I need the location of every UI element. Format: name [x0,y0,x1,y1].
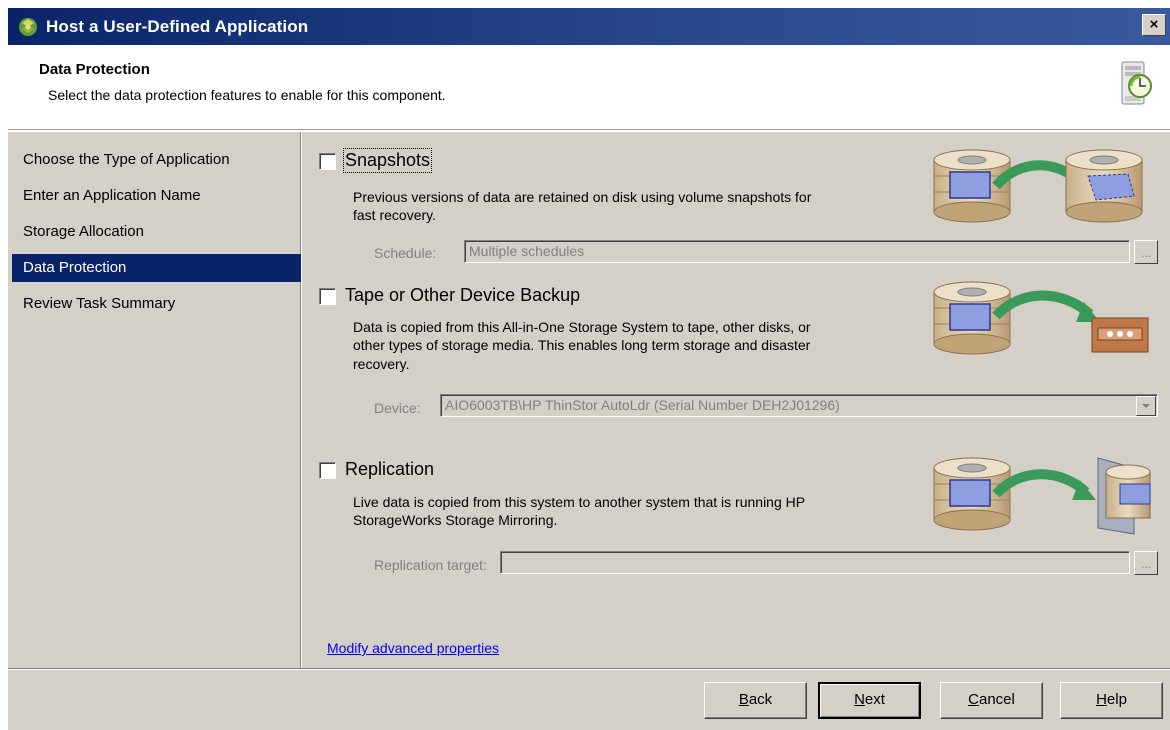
replication-illustration-icon [933,457,1151,535]
tape-description-line3: recovery. [353,356,410,372]
options-panel: Snapshots Previous versions of data are … [304,132,1170,669]
snapshot-illustration-icon [933,149,1143,223]
schedule-browse-button[interactable]: ... [1134,240,1158,264]
wizard-body: Choose the Type of Application Enter an … [8,131,1170,669]
replication-target-label: Replication target: [374,557,487,573]
wizard-header: Data Protection Select the data protecti… [8,45,1170,130]
chevron-down-icon[interactable] [1136,396,1156,416]
tape-backup-label[interactable]: Tape or Other Device Backup [345,285,580,306]
back-label: ack [748,691,773,708]
back-mnemonic: B [738,691,749,708]
replication-description-line2: StorageWorks Storage Mirroring. [353,512,558,528]
help-label: elp [1106,691,1127,708]
nav-item-application-name[interactable]: Enter an Application Name [12,182,301,210]
nav-item-review-summary[interactable]: Review Task Summary [12,290,301,318]
cancel-label: ancel [978,691,1015,708]
title-bar: Host a User-Defined Application × [8,8,1170,45]
tape-description-line1: Data is copied from this All-in-One Stor… [353,319,811,335]
snapshots-label[interactable]: Snapshots [342,148,433,173]
next-mnemonic: N [854,691,865,708]
schedule-field[interactable]: Multiple schedules [464,240,1130,263]
wizard-footer: Back Next Cancel Help [8,668,1170,730]
page-subtitle: Select the data protection features to e… [48,87,446,103]
replication-label[interactable]: Replication [345,459,434,480]
device-select[interactable]: AIO6003TB\HP ThinStor AutoLdr (Serial Nu… [440,394,1158,417]
next-button[interactable]: Next [818,682,921,719]
back-button[interactable]: Back [704,682,807,719]
device-label: Device: [374,400,421,416]
tape-backup-checkbox[interactable] [319,288,336,305]
close-button[interactable]: × [1142,14,1166,36]
replication-checkbox[interactable] [319,462,336,479]
schedule-label: Schedule: [374,245,437,261]
snapshots-description-line1: Previous versions of data are retained o… [353,189,812,205]
replication-target-browse-button[interactable]: ... [1134,551,1158,575]
clock-server-icon [1121,61,1152,105]
wizard-steps-nav: Choose the Type of Application Enter an … [8,132,302,669]
snapshots-description-line2: fast recovery. [353,207,436,223]
replication-target-field[interactable] [500,551,1130,574]
window-title: Host a User-Defined Application [46,16,309,36]
nav-item-storage-allocation[interactable]: Storage Allocation [12,218,301,246]
replication-description-line1: Live data is copied from this system to … [353,494,806,510]
close-icon: × [1149,16,1159,33]
help-button[interactable]: Help [1060,682,1163,719]
nav-item-choose-type[interactable]: Choose the Type of Application [12,146,301,174]
app-icon [19,17,37,36]
page-title: Data Protection [39,61,150,78]
cancel-button[interactable]: Cancel [940,682,1043,719]
cancel-mnemonic: C [968,691,979,708]
snapshots-checkbox[interactable] [319,153,336,170]
next-label: ext [864,691,885,708]
modify-advanced-properties-link[interactable]: Modify advanced properties [327,640,499,656]
help-mnemonic: H [1096,691,1107,708]
tape-illustration-icon [933,281,1149,355]
tape-description-line2: other types of storage media. This enabl… [353,337,811,353]
nav-item-data-protection[interactable]: Data Protection [12,254,301,282]
